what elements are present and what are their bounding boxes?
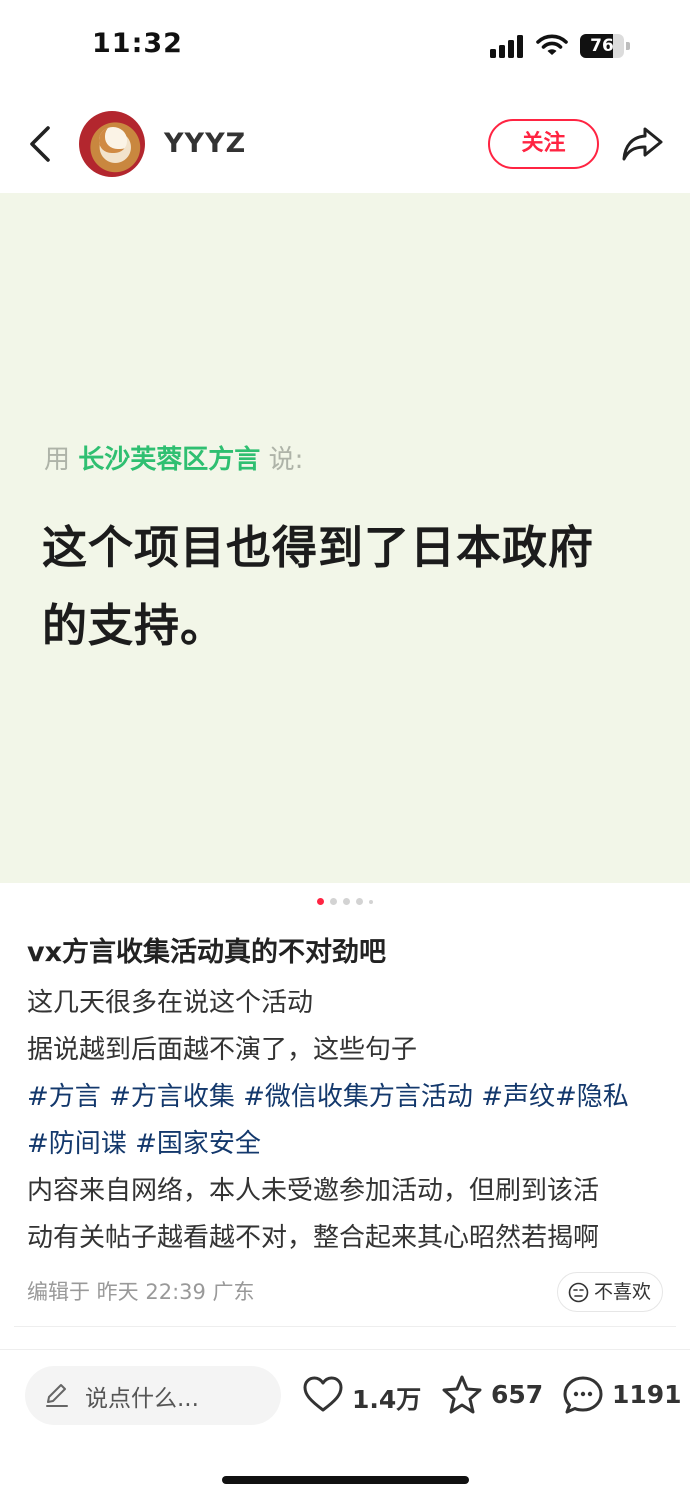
comment-input[interactable]: 说点什么... (25, 1366, 281, 1425)
hashtag-link[interactable]: #隐私 (555, 1082, 629, 1112)
page-dot (330, 898, 337, 905)
hashtag-link[interactable]: #国家安全 (135, 1129, 261, 1159)
battery-cap (626, 42, 630, 50)
hashtag-link[interactable]: #微信收集方言活动 (243, 1082, 473, 1112)
hashtag-link[interactable]: #防间谍 (27, 1129, 127, 1159)
follow-button[interactable]: 关注 (488, 119, 599, 169)
speaker-suffix: 说: (268, 445, 304, 475)
status-time: 11:32 (92, 28, 183, 59)
home-indicator[interactable] (222, 1476, 469, 1484)
battery-body: 76 (580, 34, 624, 58)
share-icon[interactable] (620, 122, 664, 166)
battery-percent: 76 (590, 36, 614, 56)
quote-line: 的支持。 (42, 599, 227, 652)
back-icon[interactable] (22, 122, 62, 166)
post-image[interactable]: 用 长沙芙蓉区方言 说: 这个项目也得到了日本政府 的支持。 (0, 193, 690, 883)
comment-count: 1191 (612, 1380, 682, 1409)
speaker-line: 用 长沙芙蓉区方言 说: (44, 439, 303, 476)
post-body: 这几天很多在说这个活动 据说越到后面越不演了，这些句子 #方言 #方言收集 #微… (27, 980, 667, 1262)
signal-icon (490, 35, 523, 58)
pen-icon (46, 1384, 68, 1407)
body-line: 这几天很多在说这个活动 (27, 988, 314, 1018)
hashtag-link[interactable]: #声纹 (481, 1082, 555, 1112)
quote-line: 这个项目也得到了日本政府 (42, 521, 595, 574)
body-line: 内容来自网络，本人未受邀参加活动，但刷到该活 (27, 1176, 600, 1206)
divider (0, 1349, 690, 1350)
page-dot (317, 898, 324, 905)
comment-placeholder: 说点什么... (85, 1386, 199, 1412)
post-header: YYYZ 关注 (0, 96, 690, 192)
body-line: 据说越到后面越不演了，这些句子 (27, 1035, 418, 1065)
comment-bubble-icon (563, 1376, 603, 1414)
image-pagination (0, 898, 690, 908)
page-dot (369, 899, 373, 904)
like-count: 1.4万 (352, 1385, 422, 1414)
wifi-icon (536, 34, 568, 55)
page-dot (356, 898, 363, 905)
hashtag-link[interactable]: #方言 (27, 1082, 101, 1112)
collect-button[interactable]: 657 (441, 1372, 551, 1418)
dislike-face-icon (568, 1282, 589, 1303)
tag-line: #防间谍 #国家安全 (27, 1121, 667, 1168)
avatar[interactable] (79, 111, 145, 177)
author-username[interactable]: YYYZ (164, 128, 246, 159)
hashtag-link[interactable]: #方言收集 (109, 1082, 235, 1112)
speaker-dialect: 长沙芙蓉区方言 (78, 445, 261, 475)
quote-text: 这个项目也得到了日本政府 的支持。 (42, 509, 642, 665)
dislike-label: 不喜欢 (594, 1281, 652, 1303)
heart-icon (303, 1376, 343, 1412)
collect-count: 657 (491, 1380, 544, 1409)
divider (14, 1326, 676, 1327)
tag-line: #方言 #方言收集 #微信收集方言活动 #声纹#隐私 (27, 1074, 667, 1121)
body-line: 动有关帖子越看越不对，整合起来其心昭然若揭啊 (27, 1223, 600, 1253)
dislike-button[interactable]: 不喜欢 (557, 1272, 663, 1312)
speaker-prefix: 用 (44, 445, 71, 475)
battery-indicator: 76 (580, 34, 630, 58)
star-icon (442, 1375, 482, 1414)
like-button[interactable]: 1.4万 (302, 1372, 422, 1418)
post-title: vx方言收集活动真的不对劲吧 (27, 937, 387, 968)
comment-button[interactable]: 1191 (562, 1372, 682, 1418)
status-bar: 11:32 76 (0, 0, 690, 96)
post-meta: 编辑于 昨天 22:39 广东 (27, 1280, 255, 1304)
page-dot (343, 898, 350, 905)
